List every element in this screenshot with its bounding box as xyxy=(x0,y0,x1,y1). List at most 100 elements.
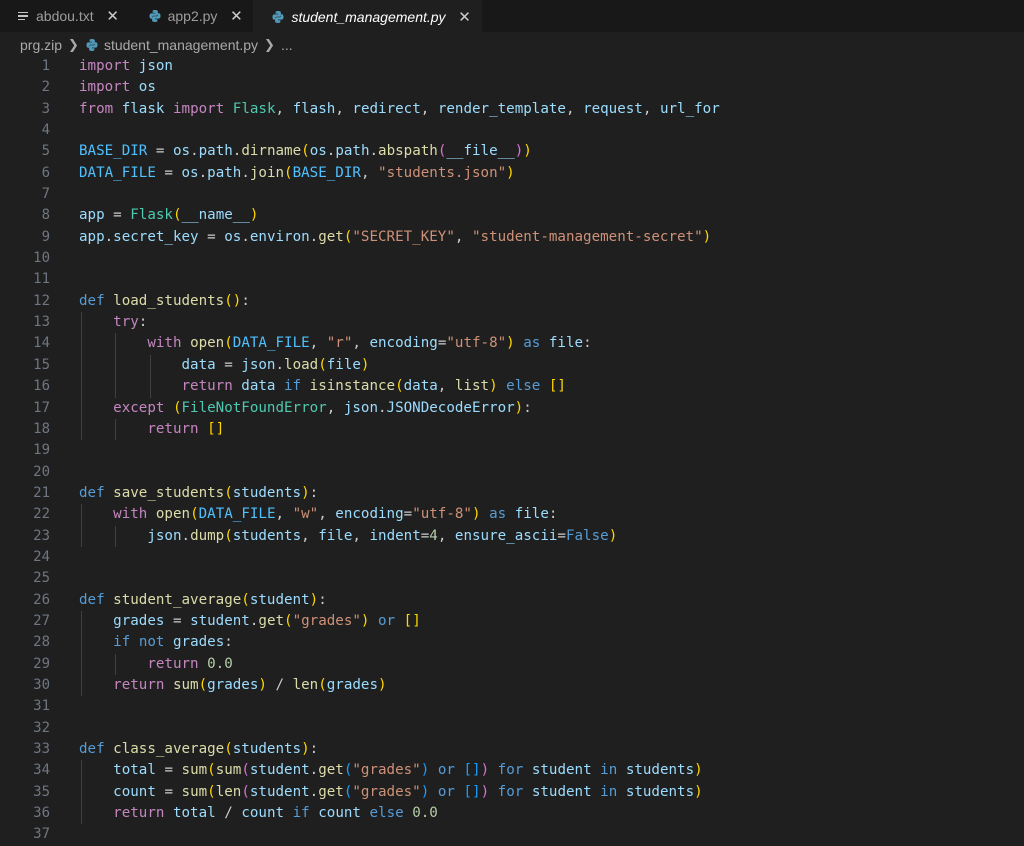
code-line[interactable]: 30 return sum(grades) / len(grades) xyxy=(0,674,1024,697)
code-line[interactable]: 1 import json xyxy=(0,56,1024,77)
chevron-right-icon: ❯ xyxy=(68,37,79,52)
breadcrumb: prg.zip ❯ student_management.py ❯ ... xyxy=(0,32,1024,58)
code-line[interactable]: 3 from flask import Flask, flash, redirec… xyxy=(0,99,1024,120)
line-number: 15 xyxy=(33,356,50,373)
code-text: import json xyxy=(79,58,173,74)
code-text: BASE_DIR = os.path.dirname(os.path.abspa… xyxy=(79,143,532,160)
python-icon xyxy=(272,10,284,23)
line-number: 29 xyxy=(33,655,50,672)
code-line[interactable]: 21 def save_students(students): xyxy=(0,483,1024,504)
line-number: 4 xyxy=(41,122,50,139)
code-line[interactable]: 25 xyxy=(0,568,1024,589)
tab-abdou-txt[interactable]: abdou.txt ✕ xyxy=(0,0,130,32)
code-text: app = Flask(__name__) xyxy=(79,207,259,224)
line-number: 26 xyxy=(33,591,50,608)
chevron-right-icon: ❯ xyxy=(264,37,275,52)
code-line[interactable]: 35 count = sum(len(student.get("grades")… xyxy=(0,781,1024,804)
line-number: 23 xyxy=(33,527,50,544)
line-number: 20 xyxy=(33,463,50,480)
code-line[interactable]: 4 xyxy=(0,120,1024,141)
code-line[interactable]: 24 xyxy=(0,547,1024,568)
code-line[interactable]: 19 xyxy=(0,440,1024,461)
code-text: if not grades: xyxy=(113,634,233,651)
line-number: 11 xyxy=(33,271,50,288)
line-number: 19 xyxy=(33,442,50,459)
line-number: 8 xyxy=(41,207,50,224)
line-number: 7 xyxy=(41,186,50,203)
code-text: return 0.0 xyxy=(147,655,233,672)
code-text: def save_students(students): xyxy=(79,484,319,501)
tab-bar: abdou.txt ✕ app2.py ✕ student_management… xyxy=(0,0,1024,32)
code-line[interactable]: 33 def class_average(students): xyxy=(0,739,1024,760)
code-text: def load_students(): xyxy=(79,292,250,309)
tab-student-management-py[interactable]: student_management.py ✕ xyxy=(253,0,482,32)
code-text: total = sum(sum(student.get("grades") or… xyxy=(113,762,703,779)
line-number: 16 xyxy=(33,378,50,395)
code-line[interactable]: 14 with open(DATA_FILE, "r", encoding="u… xyxy=(0,333,1024,355)
code-line[interactable]: 12 def load_students(): xyxy=(0,291,1024,312)
tab-app2-py[interactable]: app2.py ✕ xyxy=(130,0,254,32)
line-number: 17 xyxy=(33,399,50,416)
tab-label: abdou.txt xyxy=(36,8,94,24)
breadcrumb-file[interactable]: student_management.py xyxy=(104,37,258,53)
line-number: 31 xyxy=(33,698,50,715)
code-line[interactable]: 28 if not grades: xyxy=(0,632,1024,654)
close-icon[interactable]: ✕ xyxy=(229,7,243,25)
line-number: 14 xyxy=(33,335,50,352)
code-line[interactable]: 29 return 0.0 xyxy=(0,653,1024,675)
code-text: return sum(grades) / len(grades) xyxy=(113,676,387,693)
code-line[interactable]: 27 grades = student.get("grades") or [] xyxy=(0,610,1024,633)
line-number: 27 xyxy=(33,612,50,629)
line-number: 9 xyxy=(41,228,50,245)
breadcrumb-more[interactable]: ... xyxy=(281,37,293,53)
line-number: 6 xyxy=(41,164,50,181)
code-editor[interactable]: 1 import json 2 import os 3 from flask import… xyxy=(0,56,1024,842)
code-text: return data if isinstance(data, list) el… xyxy=(181,378,566,395)
code-text: with open(DATA_FILE, "r", encoding="utf-… xyxy=(147,335,592,352)
breadcrumb-root[interactable]: prg.zip xyxy=(20,37,62,53)
line-number: 2 xyxy=(41,79,50,96)
code-line[interactable]: 10 xyxy=(0,248,1024,269)
code-line[interactable]: 7 xyxy=(0,184,1024,205)
line-number: 37 xyxy=(33,826,50,843)
line-number: 18 xyxy=(33,420,50,437)
line-number: 3 xyxy=(41,100,50,117)
code-line[interactable]: 20 xyxy=(0,462,1024,483)
code-line[interactable]: 6 DATA_FILE = os.path.join(BASE_DIR, "stu… xyxy=(0,163,1024,184)
code-line[interactable]: 37 xyxy=(0,824,1024,845)
line-number: 25 xyxy=(33,570,50,587)
python-icon xyxy=(86,39,98,51)
line-number: 21 xyxy=(33,484,50,501)
code-line[interactable]: 18 return [] xyxy=(0,418,1024,441)
code-text: app.secret_key = os.environ.get("SECRET_… xyxy=(79,228,712,245)
code-line[interactable]: 23 json.dump(students, file, indent=4, e… xyxy=(0,525,1024,547)
code-text: data = json.load(file) xyxy=(181,356,370,373)
close-icon[interactable]: ✕ xyxy=(458,8,472,26)
code-text: import os xyxy=(79,79,156,96)
code-line[interactable]: 34 total = sum(sum(student.get("grades")… xyxy=(0,760,1024,782)
code-line[interactable]: 11 xyxy=(0,269,1024,290)
code-line[interactable]: 2 import os xyxy=(0,77,1024,98)
code-line[interactable]: 32 xyxy=(0,718,1024,739)
code-line[interactable]: 22 with open(DATA_FILE, "w", encoding="u… xyxy=(0,504,1024,526)
close-icon[interactable]: ✕ xyxy=(106,7,120,25)
code-text: json.dump(students, file, indent=4, ensu… xyxy=(147,527,618,544)
line-number: 13 xyxy=(33,314,50,331)
code-text: DATA_FILE = os.path.join(BASE_DIR, "stud… xyxy=(79,164,515,181)
code-line[interactable]: 5 BASE_DIR = os.path.dirname(os.path.absp… xyxy=(0,141,1024,162)
code-line[interactable]: 15 data = json.load(file) xyxy=(0,354,1024,377)
line-number: 36 xyxy=(33,805,50,822)
code-line[interactable]: 36 return total / count if count else 0.… xyxy=(0,803,1024,825)
code-line[interactable]: 26 def student_average(student): xyxy=(0,590,1024,611)
code-text: def student_average(student): xyxy=(79,591,327,608)
code-line[interactable]: 9 app.secret_key = os.environ.get("SECRET… xyxy=(0,227,1024,248)
code-line[interactable]: 17 except (FileNotFoundError, json.JSOND… xyxy=(0,397,1024,419)
code-line[interactable]: 31 xyxy=(0,696,1024,717)
code-text: grades = student.get("grades") or [] xyxy=(113,612,421,629)
code-text: count = sum(len(student.get("grades") or… xyxy=(113,783,703,800)
line-number: 24 xyxy=(33,548,50,565)
code-line[interactable]: 13 try: xyxy=(0,312,1024,334)
code-line[interactable]: 8 app = Flask(__name__) xyxy=(0,205,1024,226)
code-line[interactable]: 16 return data if isinstance(data, list)… xyxy=(0,376,1024,398)
code-text: except (FileNotFoundError, json.JSONDeco… xyxy=(113,399,532,416)
